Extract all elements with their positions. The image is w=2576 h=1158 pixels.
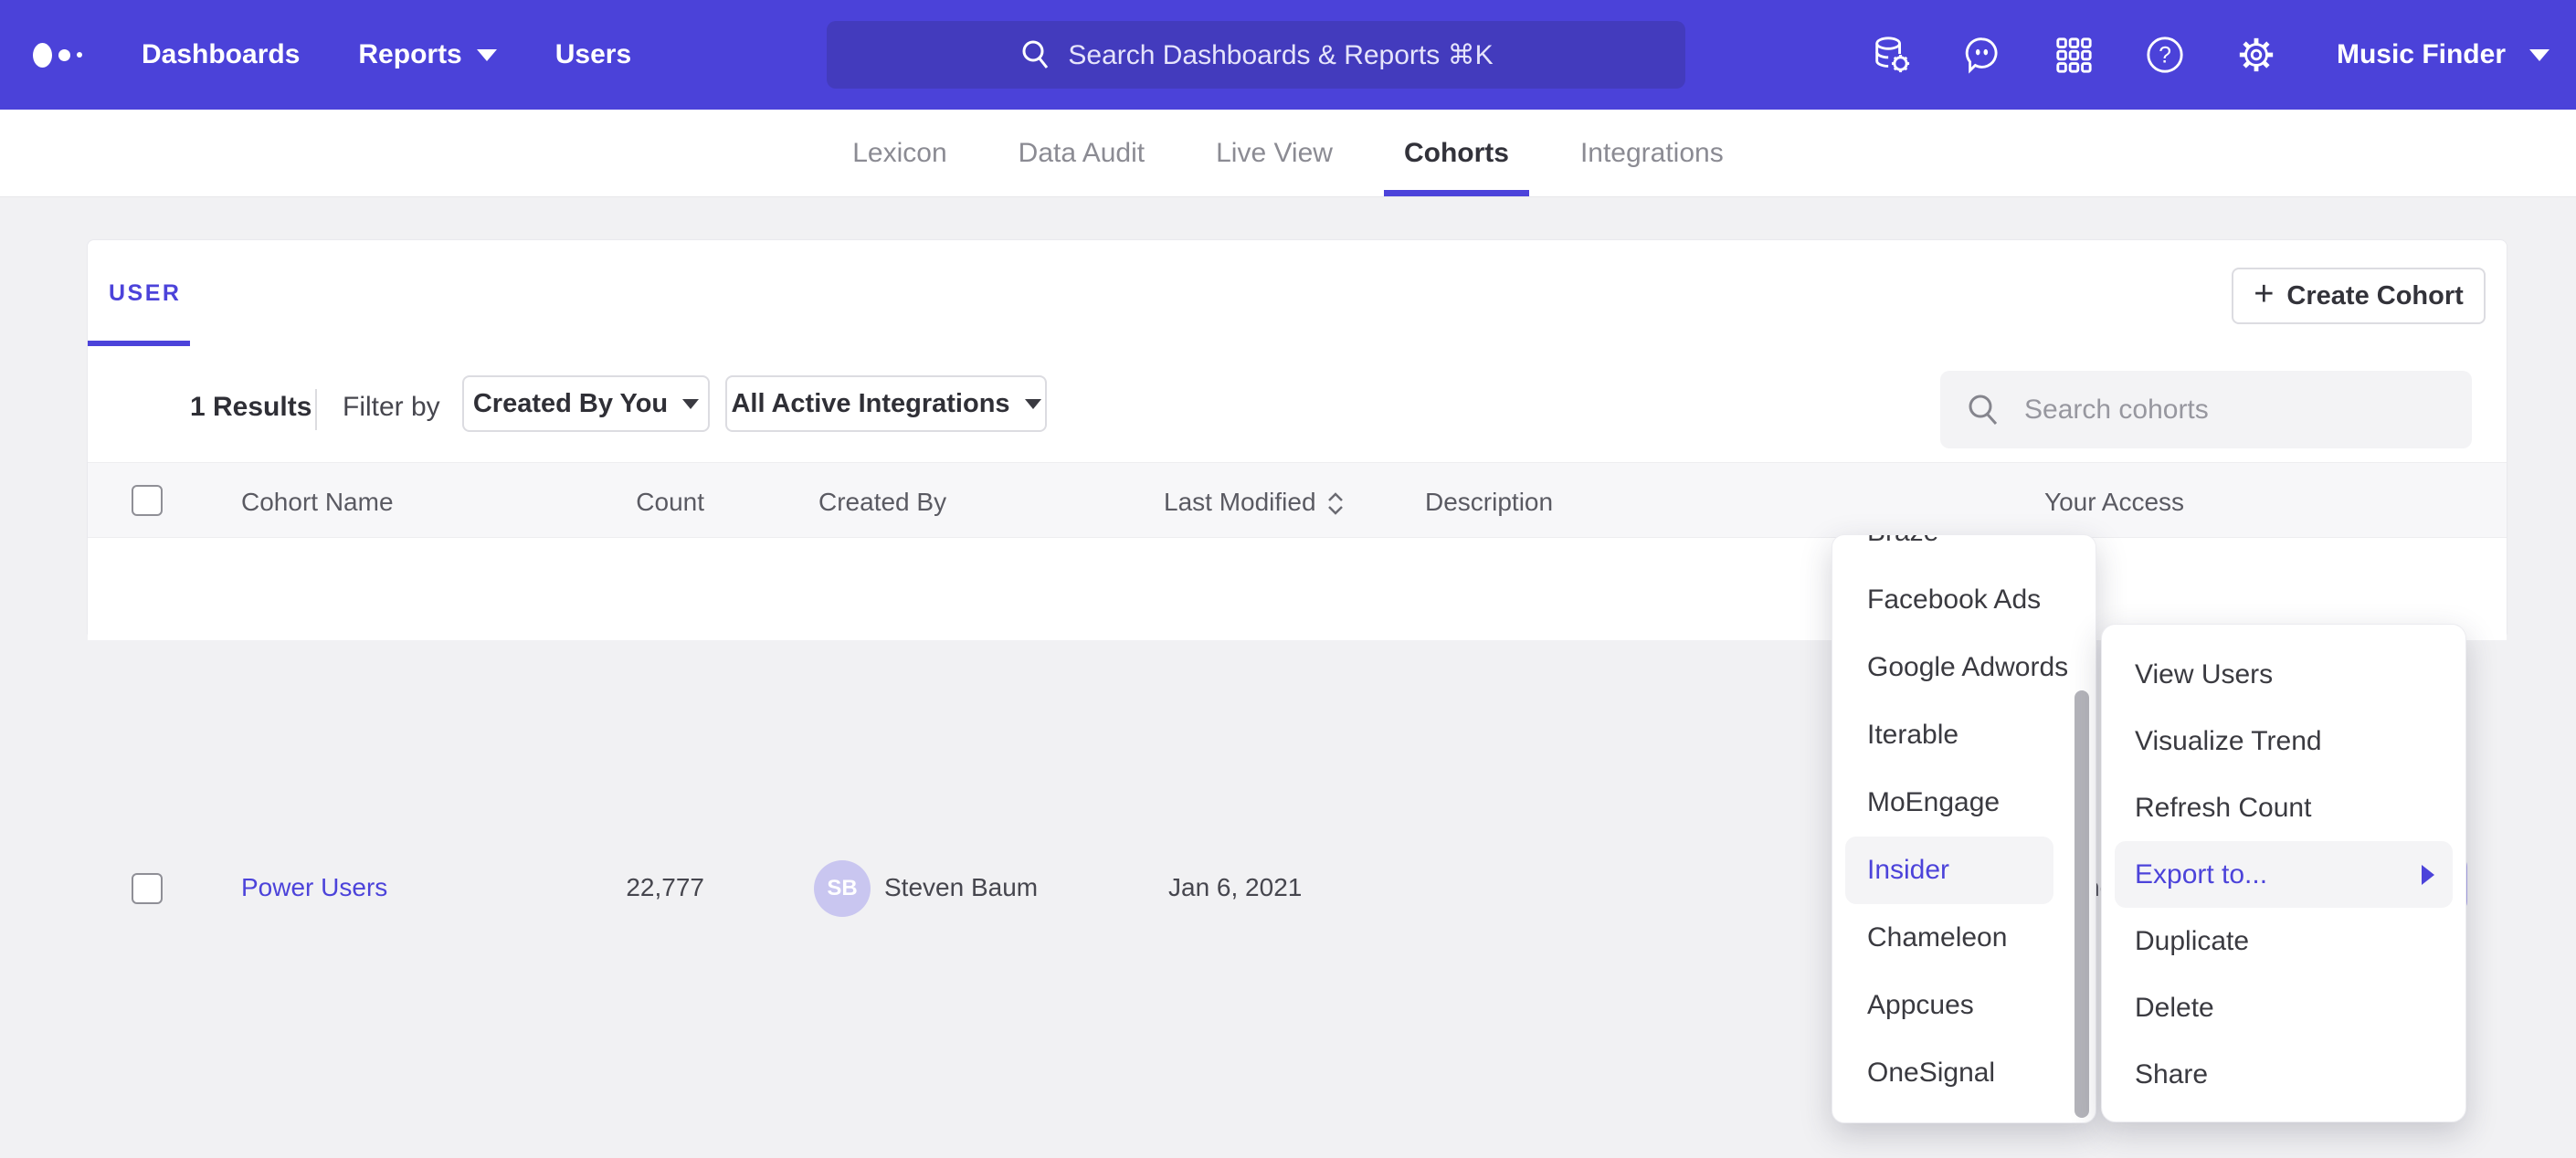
plus-icon: +: [2254, 277, 2274, 311]
search-icon: [1019, 37, 1053, 72]
menu-item-visualize-trend[interactable]: Visualize Trend: [2102, 708, 2465, 774]
menu-item-iterable[interactable]: Iterable: [1832, 701, 2096, 769]
nav-reports-label: Reports: [358, 39, 461, 70]
active-tab-underline: [88, 341, 190, 346]
avatar: SB: [814, 860, 871, 917]
create-cohort-button[interactable]: + Create Cohort: [2232, 268, 2486, 324]
workspace-name: Music Finder: [2337, 39, 2506, 70]
export-to-label: Export to...: [2135, 859, 2267, 890]
nav-dashboards-label: Dashboards: [142, 39, 300, 70]
data-management-icon[interactable]: [1871, 35, 1911, 75]
workspace-switcher[interactable]: Music Finder: [2337, 39, 2550, 70]
svg-text:?: ?: [2159, 43, 2171, 68]
top-navigation-bar: Dashboards Reports Users Search Dashboar…: [0, 0, 2576, 110]
menu-item-appcues[interactable]: Appcues: [1832, 972, 2096, 1039]
tab-cohorts[interactable]: Cohorts: [1404, 110, 1509, 196]
chevron-down-icon: [2529, 49, 2550, 61]
create-cohort-label: Create Cohort: [2286, 281, 2463, 311]
scrollbar-thumb[interactable]: [2075, 690, 2089, 1118]
tab-user-cohorts[interactable]: USER: [109, 280, 181, 307]
row-actions-menu: View Users Visualize Trend Refresh Count…: [2101, 624, 2466, 1122]
created-by-filter-dropdown[interactable]: Created By You: [462, 375, 710, 432]
menu-item-view-users[interactable]: View Users: [2102, 641, 2465, 708]
nav-users[interactable]: Users: [555, 39, 631, 70]
export-destinations-list: Braze Facebook Ads Google Adwords Iterab…: [1832, 534, 2096, 1107]
integrations-filter-dropdown[interactable]: All Active Integrations: [725, 375, 1047, 432]
menu-item-insider[interactable]: Insider: [1845, 837, 2053, 904]
menu-item-share[interactable]: Share: [2102, 1041, 2465, 1108]
divider: [315, 389, 317, 430]
nav-reports[interactable]: Reports: [358, 39, 496, 70]
submenu-arrow-icon: [2422, 865, 2434, 885]
created-by-filter-label: Created By You: [473, 389, 668, 419]
tab-data-audit[interactable]: Data Audit: [1019, 110, 1145, 196]
table-header: Cohort Name Count Created By Last Modifi…: [88, 462, 2507, 538]
feedback-icon[interactable]: [1962, 35, 2002, 75]
menu-item-export-to[interactable]: Export to...: [2115, 841, 2453, 908]
global-search-button[interactable]: Search Dashboards & Reports ⌘K: [827, 21, 1685, 89]
tab-integrations[interactable]: Integrations: [1580, 110, 1724, 196]
tab-lexicon[interactable]: Lexicon: [852, 110, 946, 196]
select-all-checkbox[interactable]: [132, 485, 163, 516]
section-tabs: Lexicon Data Audit Live View Cohorts Int…: [0, 110, 2576, 197]
row-checkbox[interactable]: [132, 873, 163, 904]
filter-by-label: Filter by: [343, 392, 440, 423]
topbar-actions: ? Music Finder: [1871, 0, 2550, 110]
chevron-down-icon: [682, 399, 699, 409]
menu-item-refresh-count[interactable]: Refresh Count: [2102, 774, 2465, 841]
menu-item-onesignal[interactable]: OneSignal: [1832, 1039, 2096, 1107]
integrations-filter-label: All Active Integrations: [731, 389, 1009, 419]
global-search-placeholder: Search Dashboards & Reports ⌘K: [1068, 39, 1493, 71]
menu-item-google-adwords[interactable]: Google Adwords: [1832, 634, 2096, 701]
cohort-search-input[interactable]: [2022, 371, 2461, 448]
settings-gear-icon[interactable]: [2236, 35, 2276, 75]
sort-icon[interactable]: [1327, 492, 1344, 515]
help-icon[interactable]: ?: [2145, 35, 2185, 75]
menu-item-duplicate[interactable]: Duplicate: [2102, 908, 2465, 974]
cohort-name-link[interactable]: Power Users: [241, 873, 387, 902]
results-count: 1 Results: [190, 392, 311, 423]
primary-nav: Dashboards Reports Users: [142, 0, 631, 110]
mixpanel-logo-icon: [33, 0, 82, 110]
search-icon: [1966, 393, 2002, 429]
apps-grid-icon[interactable]: [2053, 35, 2094, 75]
chevron-down-icon: [477, 49, 497, 61]
column-header-access: Your Access: [2044, 488, 2184, 517]
tab-live-view[interactable]: Live View: [1216, 110, 1333, 196]
menu-item-braze[interactable]: Braze: [1832, 534, 2096, 566]
created-by-name: Steven Baum: [884, 873, 1038, 902]
column-header-count: Count: [544, 488, 704, 517]
cohort-count: 22,777: [544, 873, 704, 902]
cohort-search-box: [1940, 371, 2472, 448]
column-header-description: Description: [1425, 488, 1553, 517]
column-header-last-modified: Last Modified: [1164, 488, 1344, 517]
column-header-name: Cohort Name: [241, 488, 394, 517]
nav-dashboards[interactable]: Dashboards: [142, 39, 300, 70]
export-destinations-menu: Braze Facebook Ads Google Adwords Iterab…: [1832, 534, 2096, 1123]
menu-item-moengage[interactable]: MoEngage: [1832, 769, 2096, 837]
cohorts-card: USER + Create Cohort 1 Results Filter by…: [87, 239, 2507, 639]
menu-item-chameleon[interactable]: Chameleon: [1832, 904, 2096, 972]
chevron-down-icon: [1025, 399, 1041, 409]
menu-item-delete[interactable]: Delete: [2102, 974, 2465, 1041]
cohorts-page: Dashboards Reports Users Search Dashboar…: [0, 0, 2576, 1158]
nav-users-label: Users: [555, 39, 631, 70]
last-modified-date: Jan 6, 2021: [1168, 873, 1302, 902]
column-header-created-by: Created By: [818, 488, 946, 517]
menu-item-facebook-ads[interactable]: Facebook Ads: [1832, 566, 2096, 634]
last-modified-label: Last Modified: [1164, 488, 1316, 516]
